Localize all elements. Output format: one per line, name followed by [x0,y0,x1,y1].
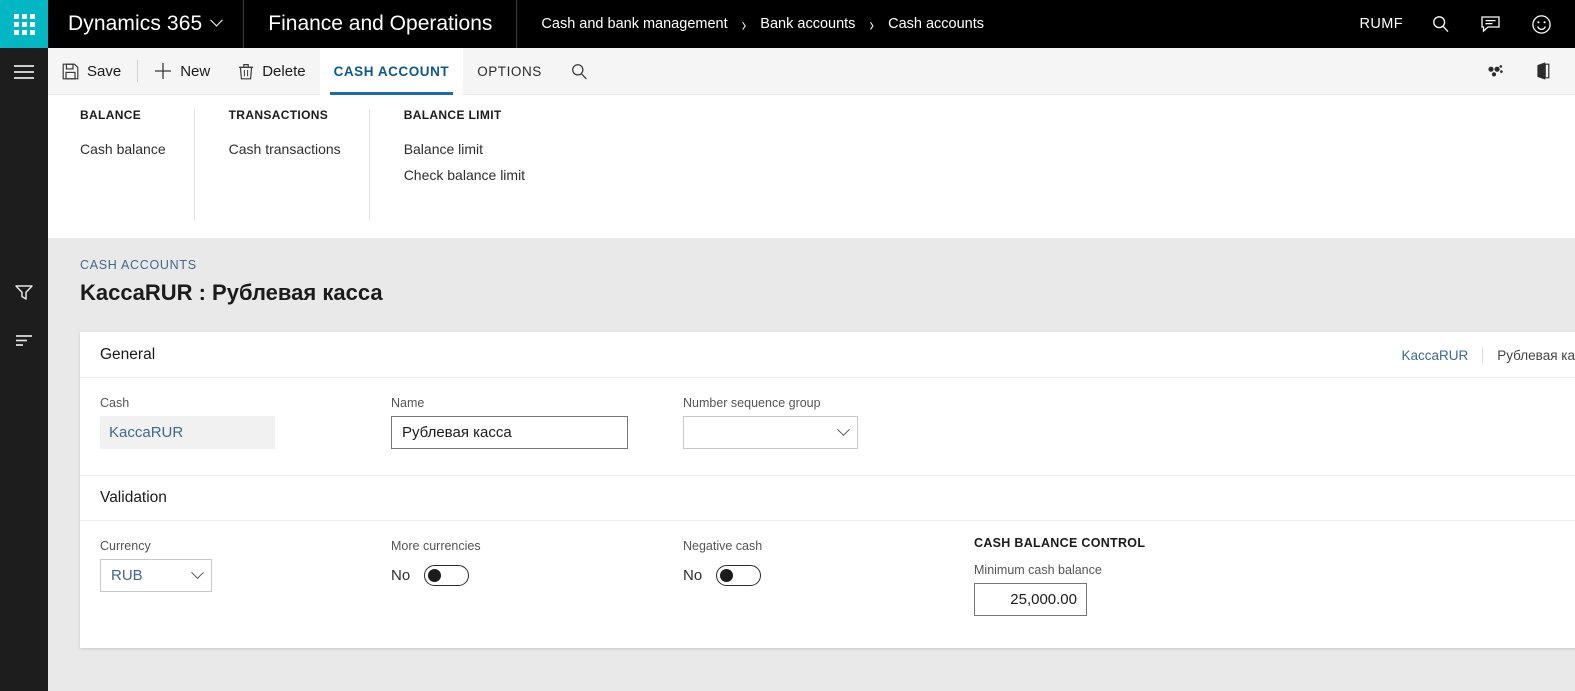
brand-label: Dynamics 365 [68,12,202,36]
module-name[interactable]: Finance and Operations [244,0,517,48]
more-currencies-value: No [391,567,410,584]
tab-options[interactable]: OPTIONS [463,48,556,95]
field-number-sequence-group-label: Number sequence group [683,396,883,410]
negative-cash-toggle[interactable] [716,565,761,586]
minimum-cash-balance-input[interactable]: 25,000.00 [974,583,1087,616]
top-right-tools: RUMF [1360,12,1575,36]
summary-cash-name: Рублевая касса [1482,348,1575,363]
action-group-title: BALANCE LIMIT [404,108,525,122]
new-label: New [180,63,210,80]
command-divider [137,60,138,82]
fasttab-validation-title: Validation [100,489,167,507]
fasttab-general-header[interactable]: General KaccaRUR Рублевая касса [80,332,1575,378]
cash-readonly-value: KaccaRUR [100,416,275,449]
open-in-office-icon[interactable] [1531,59,1555,83]
field-name-label: Name [391,396,683,410]
summary-cash-id[interactable]: KaccaRUR [1387,348,1482,363]
tab-cash-account[interactable]: CASH ACCOUNT [320,48,464,95]
action-group-transactions: TRANSACTIONS Cash transactions [229,95,369,215]
field-currency-label: Currency [100,539,391,553]
brand-dynamics365[interactable]: Dynamics 365 [48,0,244,48]
chevron-down-icon [210,13,223,26]
breadcrumb-item-1[interactable]: Bank accounts [760,16,855,32]
field-name: Name Рублевая касса [391,396,683,449]
action-pane: BALANCE Cash balance TRANSACTIONS Cash t… [48,95,1575,238]
command-bar-right-tools [1483,59,1575,83]
fasttab-validation-body: Currency RUB More currencies No Negative… [80,521,1575,648]
action-group-title: TRANSACTIONS [229,108,341,122]
action-item-cash-transactions[interactable]: Cash transactions [229,137,341,161]
left-navigation-rail [0,48,48,691]
field-minimum-cash-balance-label: Minimum cash balance [974,563,1145,577]
hamburger-menu-icon[interactable] [0,48,48,96]
field-negative-cash-label: Negative cash [683,539,974,553]
form-card: General KaccaRUR Рублевая касса Cash Kac… [80,332,1575,648]
cash-balance-control-title: CASH BALANCE CONTROL [974,536,1145,550]
app-launcher-waffle-icon[interactable] [0,0,48,48]
field-negative-cash: Negative cash No [683,539,974,616]
more-currencies-toggle[interactable] [424,565,469,586]
search-icon[interactable] [1429,12,1453,36]
help-smiley-icon[interactable] [1529,12,1553,36]
page-body: CASH ACCOUNTS KaccaRUR : Рублевая касса … [48,238,1575,691]
action-group-title: BALANCE [80,108,166,122]
fasttab-general-summary: KaccaRUR Рублевая касса [1387,332,1575,378]
delete-label: Delete [262,63,305,80]
save-label: Save [87,63,121,80]
action-item-cash-balance[interactable]: Cash balance [80,137,166,161]
number-sequence-group-select[interactable] [683,416,858,449]
chevron-down-icon [191,566,204,579]
command-search-icon[interactable] [556,48,603,95]
fasttab-general-title: General [100,346,155,364]
attachments-icon[interactable] [1483,59,1507,83]
fasttab-general-body: Cash KaccaRUR Name Рублевая касса Number… [80,378,1575,475]
breadcrumb-item-2[interactable]: Cash accounts [888,16,984,32]
action-group-divider [369,109,370,220]
page-title: KaccaRUR : Рублевая касса [80,280,1575,306]
breadcrumb-separator-icon: › [742,13,747,35]
filter-icon[interactable] [0,268,48,316]
breadcrumb-separator-icon: › [869,13,874,35]
group-cash-balance-control: CASH BALANCE CONTROL Minimum cash balanc… [974,536,1145,616]
action-group-balance-limit: BALANCE LIMIT Balance limit Check balanc… [404,95,553,215]
new-button[interactable]: New [140,48,224,95]
field-cash-label: Cash [100,396,391,410]
dynamics365-cash-account-page: Dynamics 365 Finance and Operations Cash… [0,0,1575,691]
page-header: CASH ACCOUNTS KaccaRUR : Рублевая касса [48,238,1575,306]
delete-button[interactable]: Delete [224,48,319,95]
field-more-currencies: More currencies No [391,539,683,616]
save-button[interactable]: Save [48,48,135,95]
top-navigation-bar: Dynamics 365 Finance and Operations Cash… [0,0,1575,48]
currency-select[interactable]: RUB [100,559,212,592]
field-currency: Currency RUB [100,539,391,616]
action-group-divider [194,109,195,220]
fasttab-validation-header[interactable]: Validation [80,475,1575,521]
action-group-balance: BALANCE Cash balance [80,95,194,215]
negative-cash-value: No [683,567,702,584]
field-number-sequence-group: Number sequence group [683,396,883,449]
action-item-balance-limit[interactable]: Balance limit [404,137,525,161]
page-caption[interactable]: CASH ACCOUNTS [80,258,1575,272]
name-input[interactable]: Рублевая касса [391,416,628,449]
field-more-currencies-label: More currencies [391,539,683,553]
field-cash: Cash KaccaRUR [100,396,391,449]
feedback-icon[interactable] [1479,12,1503,36]
command-bar: Save New Delete CASH ACCOUNT OPTIONS [48,48,1575,95]
action-item-check-balance-limit[interactable]: Check balance limit [404,163,525,187]
company-indicator[interactable]: RUMF [1360,16,1403,32]
chevron-down-icon [837,423,850,436]
currency-value: RUB [111,567,143,584]
breadcrumb-item-0[interactable]: Cash and bank management [541,16,727,32]
breadcrumb: Cash and bank management › Bank accounts… [517,16,984,32]
sort-list-icon[interactable] [0,316,48,364]
